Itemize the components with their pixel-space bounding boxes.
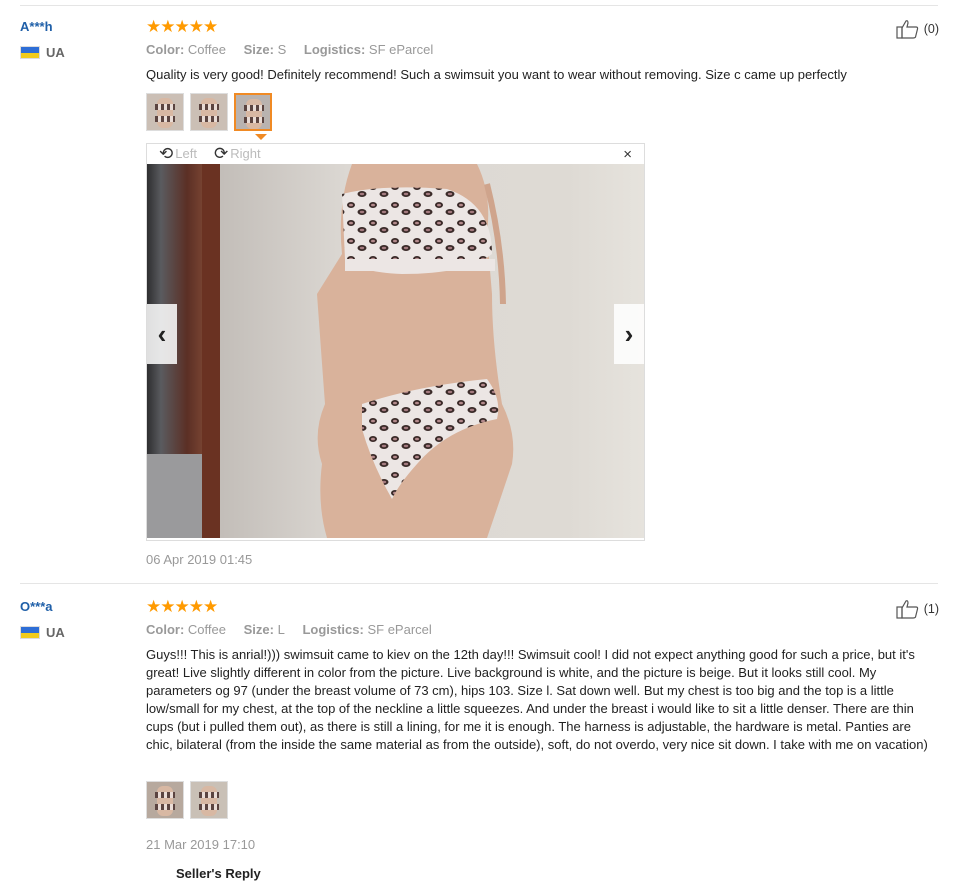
photo-viewer: ⟲ Left ⟳ Right × ‹ › bbox=[146, 143, 645, 541]
star-rating: ★★★★★ bbox=[146, 17, 218, 36]
logistics-value: SF eParcel bbox=[367, 622, 432, 637]
color-label: Color: bbox=[146, 42, 185, 57]
review-text: Guys!!! This is anrial!))) swimsuit came… bbox=[146, 647, 928, 752]
rotate-left-button[interactable]: ⟲ Left bbox=[159, 145, 197, 162]
review-photo-thumb[interactable] bbox=[146, 93, 184, 131]
review-text: Quality is very good! Definitely recomme… bbox=[146, 67, 847, 82]
helpful-count: (0) bbox=[923, 22, 939, 36]
rotate-left-label: Left bbox=[175, 146, 197, 161]
helpful-button[interactable]: (1) bbox=[896, 599, 939, 619]
review-divider bbox=[20, 583, 938, 584]
rotate-left-icon: ⟲ bbox=[159, 144, 174, 163]
logistics-value: SF eParcel bbox=[368, 42, 434, 57]
logistics-label: Logistics: bbox=[302, 622, 364, 637]
size-label: Size: bbox=[243, 42, 274, 57]
next-photo-button[interactable]: › bbox=[614, 304, 644, 364]
top-divider bbox=[20, 5, 938, 6]
review-thumbnails bbox=[146, 93, 272, 131]
review-date: 06 Apr 2019 01:45 bbox=[146, 552, 253, 567]
review-photo-thumb-active[interactable] bbox=[234, 93, 272, 131]
thumbs-up-icon bbox=[896, 600, 918, 619]
country-code: UA bbox=[46, 45, 65, 60]
reviewer-country: UA bbox=[20, 625, 65, 640]
review-photo-thumb[interactable] bbox=[146, 781, 184, 819]
review-thumbnails bbox=[146, 781, 228, 819]
rotate-right-icon: ⟳ bbox=[214, 144, 229, 163]
review-photo bbox=[147, 164, 644, 538]
color-label: Color: bbox=[146, 622, 185, 637]
chevron-right-icon: › bbox=[624, 318, 634, 349]
helpful-count: (1) bbox=[923, 602, 939, 616]
review-photo-thumb[interactable] bbox=[190, 781, 228, 819]
order-attributes: Color: Coffee Size: S Logistics: SF ePar… bbox=[146, 42, 447, 57]
size-label: Size: bbox=[243, 622, 274, 637]
swimsuit-photo bbox=[147, 164, 514, 538]
size-value: L bbox=[277, 622, 285, 637]
reviewer-name[interactable]: O***a bbox=[20, 599, 53, 614]
thumbs-up-icon bbox=[896, 20, 918, 39]
rotate-right-label: Right bbox=[230, 146, 261, 161]
logistics-label: Logistics: bbox=[303, 42, 366, 57]
star-rating: ★★★★★ bbox=[146, 597, 218, 616]
close-icon[interactable]: × bbox=[623, 146, 632, 163]
color-value: Coffee bbox=[187, 622, 226, 637]
active-thumb-caret bbox=[255, 134, 267, 140]
review-photo-thumb[interactable] bbox=[190, 93, 228, 131]
reviewer-name[interactable]: A***h bbox=[20, 19, 53, 34]
color-value: Coffee bbox=[187, 42, 226, 57]
order-attributes: Color: Coffee Size: L Logistics: SF ePar… bbox=[146, 622, 446, 637]
country-code: UA bbox=[46, 625, 65, 640]
reviewer-country: UA bbox=[20, 45, 65, 60]
size-value: S bbox=[277, 42, 287, 57]
ukraine-flag-icon bbox=[20, 46, 40, 59]
ukraine-flag-icon bbox=[20, 626, 40, 639]
seller-reply-label[interactable]: Seller's Reply bbox=[176, 866, 261, 881]
helpful-button[interactable]: (0) bbox=[896, 19, 939, 39]
rotate-right-button[interactable]: ⟳ Right bbox=[214, 145, 261, 162]
viewer-toolbar: ⟲ Left ⟳ Right × bbox=[147, 144, 644, 164]
chevron-left-icon: ‹ bbox=[157, 318, 167, 349]
prev-photo-button[interactable]: ‹ bbox=[147, 304, 177, 364]
review-date: 21 Mar 2019 17:10 bbox=[146, 837, 256, 852]
